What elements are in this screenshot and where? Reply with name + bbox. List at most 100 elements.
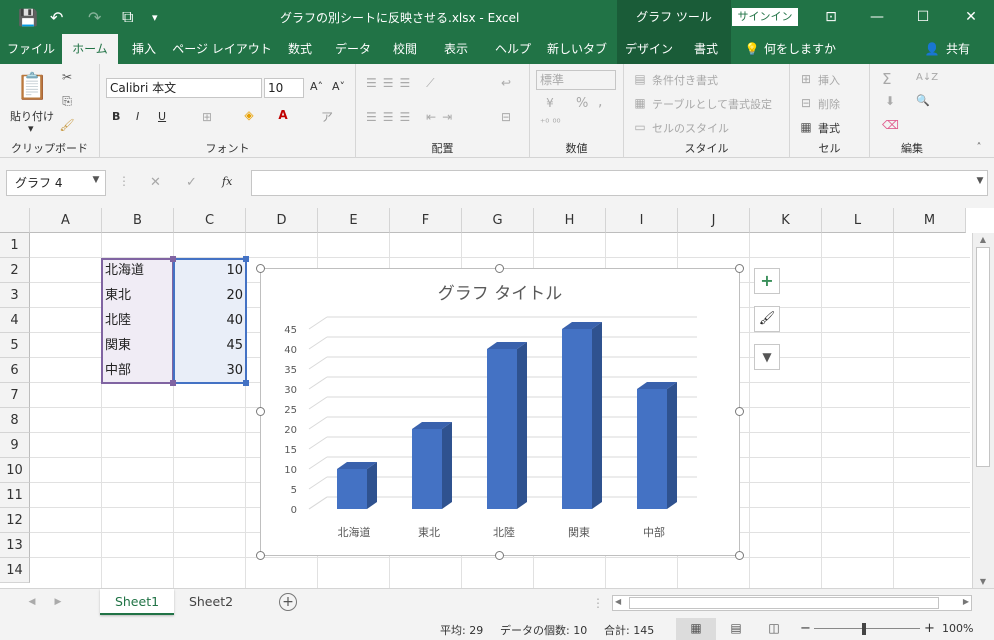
vertical-scroll-thumb[interactable] — [976, 247, 990, 467]
cancel-entry-button[interactable]: ✕ — [150, 175, 161, 190]
minimize-icon[interactable]: — — [854, 0, 900, 34]
currency-icon[interactable]: ¥ — [540, 96, 560, 110]
chart-styles-button[interactable]: 🖌 — [754, 306, 780, 332]
font-name-combo[interactable]: Calibri 本文 — [106, 78, 262, 98]
page-break-view-icon[interactable]: ◫ — [766, 621, 782, 635]
border-icon[interactable]: ⊞ — [198, 110, 216, 124]
page-layout-view-icon[interactable]: ▤ — [728, 621, 744, 635]
format-as-table-button[interactable]: テーブルとして書式設定 — [652, 96, 772, 112]
column-header-h[interactable]: H — [534, 208, 606, 233]
chart-filter-button[interactable]: ▼ — [754, 344, 780, 370]
close-icon[interactable]: ✕ — [948, 0, 994, 34]
delete-cells-button[interactable]: 削除 — [818, 96, 840, 112]
expand-formula-icon[interactable]: ▼ — [974, 176, 986, 186]
range-handle[interactable] — [243, 380, 249, 386]
save-icon[interactable]: 💾 — [18, 0, 42, 34]
paste-dropdown[interactable]: ▾ — [28, 122, 34, 135]
ribbon-display-options-icon[interactable]: ⊡ — [808, 0, 854, 34]
scroll-right-icon[interactable]: ▶ — [963, 597, 969, 606]
number-format-combo[interactable]: 標準 — [536, 70, 616, 90]
fill-icon[interactable]: ⬇ — [882, 94, 898, 108]
resize-handle-sw[interactable] — [256, 551, 265, 560]
cell-b6[interactable]: 中部 — [105, 359, 131, 383]
underline-button[interactable]: U — [158, 110, 166, 123]
resize-handle-e[interactable] — [735, 407, 744, 416]
cell-styles-button[interactable]: セルのスタイル — [652, 120, 729, 136]
row-header-12[interactable]: 12 — [0, 508, 30, 533]
signin-button[interactable]: サインイン — [732, 8, 798, 26]
share-button[interactable]: 共有 — [942, 34, 974, 64]
zoom-slider-thumb[interactable] — [862, 623, 866, 635]
select-all-corner[interactable] — [0, 208, 30, 233]
next-sheet-icon[interactable]: ▶ — [52, 597, 64, 607]
cell-b2[interactable]: 北海道 — [105, 259, 144, 283]
horizontal-scroll-thumb[interactable] — [629, 597, 939, 609]
scroll-left-icon[interactable]: ◀ — [615, 597, 621, 606]
cell-b4[interactable]: 北陸 — [105, 309, 131, 333]
row-header-13[interactable]: 13 — [0, 533, 30, 558]
wrap-text-icon[interactable]: ↩ — [496, 76, 516, 90]
comma-button[interactable]: , — [598, 94, 602, 110]
row-header-14[interactable]: 14 — [0, 558, 30, 583]
resize-handle-nw[interactable] — [256, 264, 265, 273]
column-header-k[interactable]: K — [750, 208, 822, 233]
row-header-10[interactable]: 10 — [0, 458, 30, 483]
prev-sheet-icon[interactable]: ◀ — [26, 597, 38, 607]
tell-me-box[interactable]: 何をしますか — [764, 34, 844, 64]
cell-c6[interactable]: 30 — [176, 359, 243, 383]
tab-page-layout[interactable]: ページ レイアウト — [172, 34, 272, 64]
tab-file[interactable]: ファイル — [4, 34, 58, 64]
zoom-in-button[interactable]: + — [924, 621, 935, 636]
scroll-down-icon[interactable]: ▼ — [976, 577, 990, 586]
enter-button[interactable]: ✓ — [186, 175, 197, 190]
row-header-3[interactable]: 3 — [0, 283, 30, 308]
fill-color-icon[interactable]: ◈ — [240, 108, 258, 122]
column-header-j[interactable]: J — [678, 208, 750, 233]
find-select-button[interactable]: 🔍 — [916, 94, 930, 107]
customize-qat-icon[interactable]: ▾ — [152, 0, 166, 34]
copy-icon[interactable]: ⎘ — [58, 94, 76, 109]
vertical-scrollbar[interactable]: ▲ ▼ — [972, 233, 994, 588]
clear-icon[interactable]: ⌫ — [882, 118, 899, 132]
tab-new[interactable]: 新しいタブ — [546, 34, 608, 64]
horizontal-align-icons[interactable]: ☰☰☰ ⇤⇥ — [366, 110, 506, 124]
cell-b3[interactable]: 東北 — [105, 284, 131, 308]
tab-design[interactable]: デザイン — [622, 34, 676, 64]
tab-splitter[interactable]: ⋮ — [592, 596, 604, 610]
column-header-c[interactable]: C — [174, 208, 246, 233]
column-header-d[interactable]: D — [246, 208, 318, 233]
range-handle[interactable] — [243, 256, 249, 262]
insert-function-button[interactable]: fx — [222, 175, 232, 188]
tab-format[interactable]: 書式 — [684, 34, 728, 64]
tab-help[interactable]: ヘルプ — [488, 34, 538, 64]
decimal-icons[interactable]: ⁺⁰ ⁰⁰ — [540, 118, 600, 129]
column-header-l[interactable]: L — [822, 208, 894, 233]
shrink-font-button[interactable]: A˅ — [332, 80, 345, 93]
autosum-button[interactable]: Σ — [882, 70, 891, 88]
row-header-11[interactable]: 11 — [0, 483, 30, 508]
add-sheet-button[interactable]: + — [279, 593, 297, 611]
column-header-g[interactable]: G — [462, 208, 534, 233]
tab-insert[interactable]: 挿入 — [122, 34, 166, 64]
maximize-icon[interactable]: ☐ — [900, 0, 946, 34]
sort-filter-button[interactable]: A↓Z — [916, 72, 938, 83]
column-header-e[interactable]: E — [318, 208, 390, 233]
row-header-5[interactable]: 5 — [0, 333, 30, 358]
zoom-out-button[interactable]: − — [800, 621, 811, 636]
column-header-i[interactable]: I — [606, 208, 678, 233]
grow-font-button[interactable]: A˄ — [310, 80, 323, 93]
column-header-b[interactable]: B — [102, 208, 174, 233]
row-header-9[interactable]: 9 — [0, 433, 30, 458]
font-color-icon[interactable]: A — [274, 108, 292, 122]
format-cells-button[interactable]: 書式 — [818, 120, 840, 136]
percent-button[interactable]: % — [576, 96, 588, 111]
cut-icon[interactable]: ✂ — [58, 70, 76, 84]
name-box-dropdown-icon[interactable]: ▼ — [90, 175, 102, 185]
format-painter-icon[interactable]: 🖌 — [58, 118, 76, 132]
tab-home[interactable]: ホーム — [62, 34, 118, 64]
formula-input[interactable] — [251, 170, 988, 196]
sheet-tab-sheet2[interactable]: Sheet2 — [176, 589, 246, 615]
normal-view-button[interactable]: ▦ — [676, 618, 716, 640]
insert-cells-button[interactable]: 挿入 — [818, 72, 840, 88]
column-header-a[interactable]: A — [30, 208, 102, 233]
